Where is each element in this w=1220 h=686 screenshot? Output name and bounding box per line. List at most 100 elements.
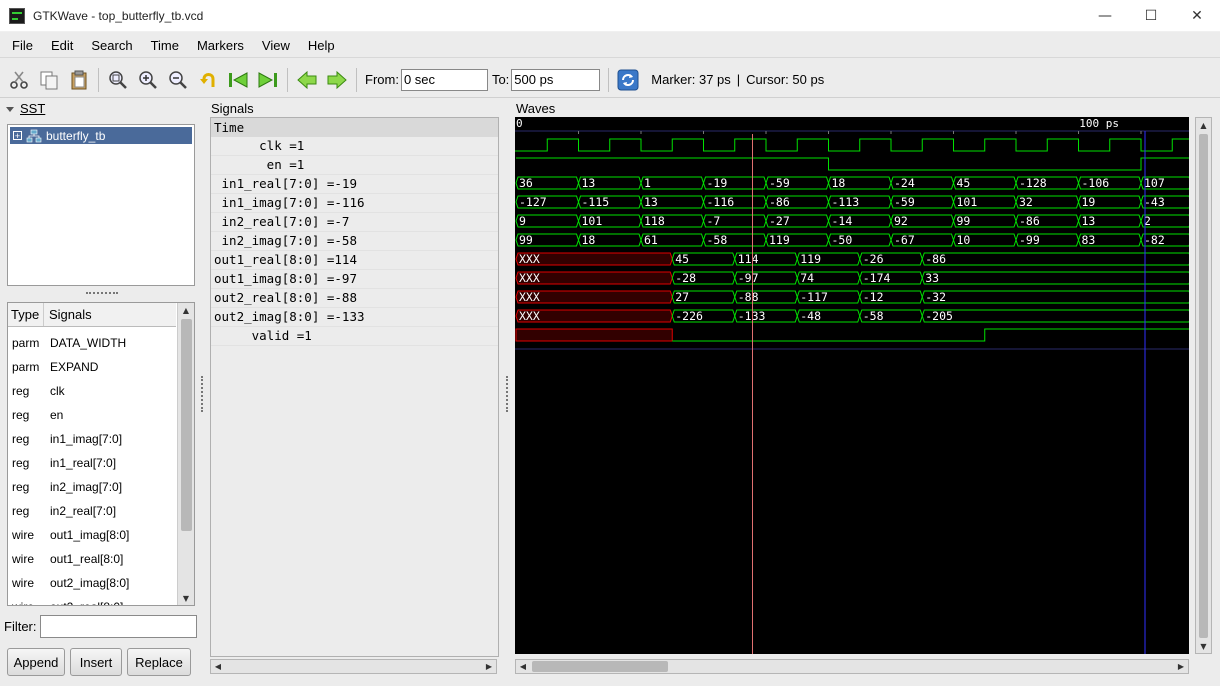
out1_real-value-label: 45 <box>675 252 689 266</box>
signal-list-row[interactable]: wireout2_real[8:0] <box>8 595 176 605</box>
zoom-to-end-button[interactable] <box>253 66 283 94</box>
zoom-out-button[interactable] <box>163 66 193 94</box>
signal-list-row[interactable]: wire out2_imag[8:0] <box>8 571 176 595</box>
scrollbar-thumb[interactable] <box>532 661 668 672</box>
signal-type: wire <box>12 552 35 566</box>
signal-value-label: in2_imag[7:0] =-58 <box>214 233 357 248</box>
in1_real-value-label: 107 <box>1144 176 1165 190</box>
zoom-fit-button[interactable] <box>103 66 133 94</box>
type-column-header[interactable]: Type <box>8 303 44 326</box>
waveform-canvas[interactable]: 0 100 ps 36 13 1 -19 -59 18 -24 45 -128 -106 107 -127… <box>515 117 1189 654</box>
signal-list-scrollbar[interactable]: ▲ ▼ <box>177 303 194 605</box>
scrollbar-thumb[interactable] <box>181 319 192 531</box>
signal-list-row[interactable]: wire out1_real[8:0] <box>8 547 176 571</box>
sst-header[interactable]: SST <box>4 101 45 116</box>
tree-item-butterfly-tb[interactable]: + butterfly_tb <box>10 127 192 144</box>
waves-vscrollbar[interactable]: ▲ ▼ <box>1195 117 1212 654</box>
signal-value-row[interactable]: out1_imag[8:0] =-97 <box>211 270 498 289</box>
cut-icon <box>10 71 28 89</box>
signal-value-label: en =1 <box>214 157 305 172</box>
scroll-left-icon[interactable]: ◀ <box>516 660 530 673</box>
minimize-icon: — <box>1098 8 1112 24</box>
close-button[interactable]: ✕ <box>1174 0 1220 32</box>
signal-value-row[interactable]: out1_real[8:0] =114 <box>211 251 498 270</box>
signal-list-row[interactable]: reg in1_real[7:0] <box>8 451 176 475</box>
scroll-up-icon[interactable]: ▲ <box>178 303 194 317</box>
signal-list-row[interactable]: reg in2_imag[7:0] <box>8 475 176 499</box>
signal-list-row[interactable]: parm EXPAND <box>8 355 176 379</box>
to-time-input[interactable] <box>511 68 601 91</box>
signal-value-row[interactable]: in2_imag[7:0] =-58 <box>211 232 498 251</box>
maximize-button[interactable]: ☐ <box>1128 0 1174 32</box>
signal-list-row[interactable]: parm DATA_WIDTH <box>8 331 176 355</box>
signal-list-row[interactable]: reg en <box>8 403 176 427</box>
signal-value-row[interactable]: clk =1 <box>211 137 498 156</box>
paste-button[interactable] <box>64 66 94 94</box>
in1_imag-value-label: 101 <box>957 195 978 209</box>
toolbar: From: To: Marker: 37 ps | Cursor: 50 ps <box>0 62 1220 98</box>
copy-button[interactable] <box>34 66 64 94</box>
in1_real-value-label: -128 <box>1019 176 1047 190</box>
signal-list-row[interactable]: reg in1_imag[7:0] <box>8 427 176 451</box>
pane-resize-grip[interactable] <box>201 376 205 412</box>
signal-list-row[interactable]: reg clk <box>8 379 176 403</box>
signal-value-row[interactable]: in1_real[7:0] =-19 <box>211 175 498 194</box>
waves-hscrollbar[interactable]: ◀ ▶ <box>515 659 1189 674</box>
status-divider: | <box>736 72 741 87</box>
cut-button[interactable] <box>4 66 34 94</box>
signal-type: wire <box>8 600 50 605</box>
scroll-down-icon[interactable]: ▼ <box>1196 639 1211 653</box>
in2_real-value-label: 92 <box>894 214 908 228</box>
minimize-button[interactable]: — <box>1082 0 1128 32</box>
undo-zoom-button[interactable] <box>193 66 223 94</box>
expand-icon[interactable]: + <box>13 131 22 140</box>
menu-edit[interactable]: Edit <box>45 38 79 53</box>
zoom-in-button[interactable] <box>133 66 163 94</box>
filter-input[interactable] <box>40 615 197 638</box>
menu-file[interactable]: File <box>6 38 39 53</box>
signal-list-row[interactable]: reg in2_real[7:0] <box>8 499 176 523</box>
menu-search[interactable]: Search <box>85 38 138 53</box>
menu-help[interactable]: Help <box>302 38 341 53</box>
signal-name: out2_real[8:0] <box>50 600 123 605</box>
previous-button[interactable] <box>292 66 322 94</box>
next-button[interactable] <box>322 66 352 94</box>
scrollbar-thumb[interactable] <box>1199 134 1208 638</box>
scroll-left-icon[interactable]: ◀ <box>211 660 225 673</box>
signal-value-row[interactable]: in1_imag[7:0] =-116 <box>211 194 498 213</box>
append-button[interactable]: Append <box>7 648 65 676</box>
menu-markers[interactable]: Markers <box>191 38 250 53</box>
reload-button[interactable] <box>613 66 643 94</box>
scroll-right-icon[interactable]: ▶ <box>482 660 496 673</box>
pane-resize-grip[interactable] <box>506 376 510 412</box>
from-time-input[interactable] <box>400 68 488 91</box>
signal-value-row[interactable]: out2_imag[8:0] =-133 <box>211 308 498 327</box>
signal-value-label: in1_imag[7:0] =-116 <box>214 195 365 210</box>
signal-name: out2_imag[8:0] <box>50 576 130 590</box>
signal-value-label: in1_real[7:0] =-19 <box>214 176 357 191</box>
signal-list-row[interactable]: wire out1_imag[8:0] <box>8 523 176 547</box>
in1_real-value-label: 13 <box>582 176 596 190</box>
out1_real-value-label: -26 <box>863 252 884 266</box>
out1_real-value-label: 119 <box>800 252 821 266</box>
signals-column-header[interactable]: Signals <box>44 307 92 322</box>
out2_real-value-label: -117 <box>800 290 828 304</box>
signal-value-row[interactable]: out2_real[8:0] =-88 <box>211 289 498 308</box>
signal-value-row[interactable]: valid =1 <box>211 327 498 346</box>
pane-resize-grip[interactable] <box>86 292 118 295</box>
signal-name: out1_imag[8:0] <box>50 528 130 542</box>
menu-time[interactable]: Time <box>145 38 185 53</box>
out2_imag-value-label: -48 <box>800 309 821 323</box>
menu-view[interactable]: View <box>256 38 296 53</box>
insert-button[interactable]: Insert <box>70 648 122 676</box>
replace-button[interactable]: Replace <box>127 648 191 676</box>
zoom-to-start-button[interactable] <box>223 66 253 94</box>
scroll-up-icon[interactable]: ▲ <box>1196 118 1211 132</box>
scroll-right-icon[interactable]: ▶ <box>1174 660 1188 673</box>
signal-type: reg <box>12 480 30 494</box>
scroll-down-icon[interactable]: ▼ <box>178 591 194 605</box>
in2_imag-value-label: 83 <box>1082 233 1096 247</box>
signal-value-row[interactable]: in2_real[7:0] =-7 <box>211 213 498 232</box>
signal-value-row[interactable]: en =1 <box>211 156 498 175</box>
signals-hscrollbar[interactable]: ◀ ▶ <box>210 659 497 674</box>
